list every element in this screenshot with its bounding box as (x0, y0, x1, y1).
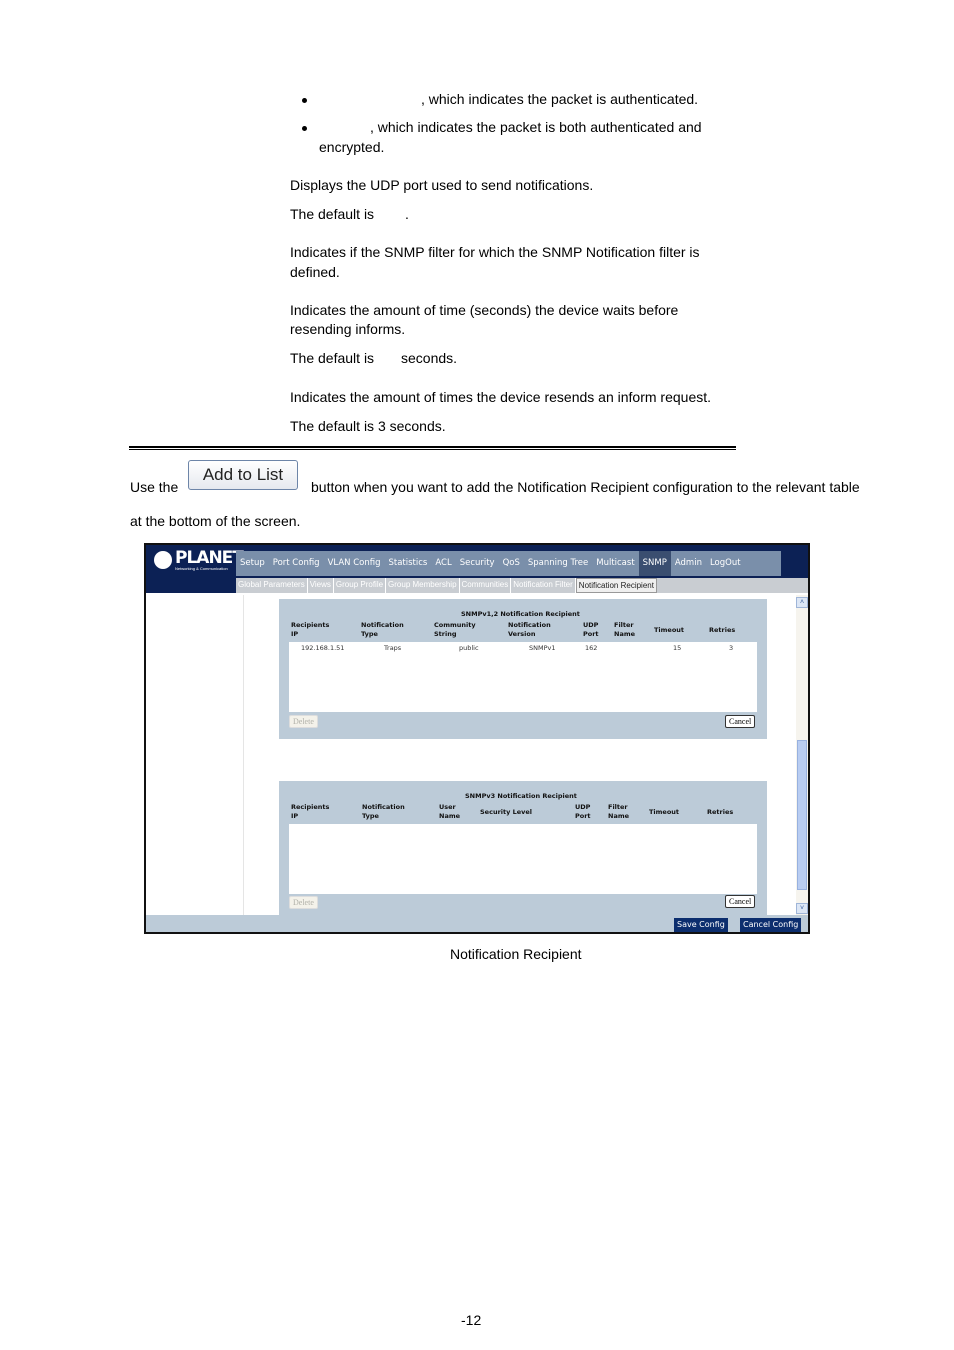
timeout-description: Indicates the amount of time (seconds) t… (290, 302, 679, 318)
subnav-tab-group-membership[interactable]: Group Membership (386, 578, 460, 593)
figure-caption: Notification Recipient (450, 946, 582, 962)
timeout-default: The default is (290, 350, 375, 366)
snmpv3-header: Recipients IP Notification Type User Name S… (279, 803, 767, 823)
v3-column-header: Security Level (480, 808, 533, 816)
nav-tab-admin[interactable]: Admin (671, 551, 706, 576)
v3-column-header: Filter Name (608, 803, 630, 820)
snmpv3-cancel-button[interactable]: Cancel (725, 895, 756, 908)
v12-column-header: Notification Version (508, 621, 551, 638)
scroll-up-arrow-icon[interactable]: ˄ (796, 597, 808, 608)
use-the-text: Use the (130, 479, 179, 495)
v12-column-header: Recipients IP (291, 621, 330, 638)
table-row[interactable]: 192.168.1.51 Traps public SNMPv1 162 15 3 (289, 644, 757, 654)
subnav-tab-notification-filter[interactable]: Notification Filter (511, 578, 576, 593)
v3-column-header: Retries (707, 808, 734, 816)
table-cell: SNMPv1 (529, 644, 556, 652)
bullet-priv-text-cont: encrypted. (319, 139, 385, 155)
subnav-tab-group-profile[interactable]: Group Profile (334, 578, 387, 593)
table-end-rule (129, 446, 736, 448)
subnav-tab-notification-recipient[interactable]: Notification Recipient (575, 578, 657, 593)
v12-column-header: Notification Type (361, 621, 404, 638)
nav-tab-logout[interactable]: LogOut (706, 551, 745, 576)
use-after-text: button when you want to add the Notifica… (311, 479, 860, 495)
app-footer: Save Config Cancel Config (146, 915, 808, 932)
v12-column-header: Retries (709, 626, 736, 634)
save-config-button[interactable]: Save Config (674, 918, 728, 932)
nav-tab-port-config[interactable]: Port Config (269, 551, 324, 576)
timeout-description-cont: resending informs. (290, 321, 406, 337)
nav-tab-spanning-tree[interactable]: Spanning Tree (524, 551, 592, 576)
bullet-dot (302, 126, 307, 131)
logo-text: PLANET (175, 548, 244, 568)
nav-tab-vlan-config[interactable]: VLAN Config (324, 551, 385, 576)
filter-description-cont: defined. (290, 264, 340, 280)
table-cell: public (459, 644, 479, 652)
nav-tab-security[interactable]: Security (456, 551, 499, 576)
snmpv3-title: SNMPv3 Notification Recipient (465, 792, 577, 800)
table-end-rule (129, 449, 736, 450)
snmpv3-table-body (289, 824, 757, 894)
v12-column-header: Timeout (654, 626, 685, 634)
use-line2-text: at the bottom of the screen. (130, 513, 301, 529)
subnav-tab-global-parameters[interactable]: Global Parameters (236, 578, 308, 593)
subnav-tab-communities[interactable]: Communities (460, 578, 512, 593)
notification-recipient-screenshot: PLANET Networking & Communication Setup P… (144, 543, 810, 934)
snmpv12-table-body: 192.168.1.51 Traps public SNMPv1 162 15 3 (289, 642, 757, 712)
logo-globe-icon (154, 551, 172, 569)
bullet-priv-text: , which indicates the packet is both aut… (370, 119, 702, 135)
nav-tab-statistics[interactable]: Statistics (384, 551, 431, 576)
main-nav: Setup Port Config VLAN Config Statistics ACL… (236, 551, 781, 576)
bullet-dot (302, 98, 307, 103)
bullet-authnopriv-text: , which indicates the packet is authenti… (421, 91, 699, 107)
snmpv12-title: SNMPv1,2 Notification Recipient (461, 610, 580, 618)
snmpv12-panel: SNMPv1,2 Notification Recipient Recipien… (279, 599, 767, 739)
sub-nav: Global Parameters Views Group Profile Group… (236, 578, 808, 593)
subnav-tab-views[interactable]: Views (308, 578, 334, 593)
nav-tab-multicast[interactable]: Multicast (592, 551, 638, 576)
snmpv12-delete-button[interactable]: Delete (289, 715, 318, 728)
snmpv3-delete-button[interactable]: Delete (289, 896, 318, 909)
page-number: -12 (461, 1312, 482, 1328)
left-column (146, 595, 244, 915)
v12-column-header: UDP Port (583, 621, 599, 638)
v3-column-header: UDP Port (575, 803, 591, 820)
table-cell: 15 (673, 644, 682, 652)
nav-tab-setup[interactable]: Setup (236, 551, 269, 576)
table-cell: 192.168.1.51 (301, 644, 345, 652)
udp-port-default-end: . (405, 206, 409, 222)
v3-column-header: Timeout (649, 808, 680, 816)
snmpv12-cancel-button[interactable]: Cancel (725, 715, 756, 728)
logo-subtitle: Networking & Communication (175, 566, 228, 571)
v12-column-header: Community String (434, 621, 476, 638)
retries-description: Indicates the amount of times the device… (290, 389, 712, 405)
table-cell: 3 (729, 644, 734, 652)
nav-tab-snmp[interactable]: SNMP (638, 551, 671, 576)
filter-description: Indicates if the SNMP filter for which t… (290, 244, 700, 260)
udp-port-description: Displays the UDP port used to send notif… (290, 177, 594, 193)
table-cell: 162 (585, 644, 598, 652)
snmpv3-panel: SNMPv3 Notification Recipient Recipients… (279, 781, 767, 915)
vertical-scrollbar[interactable]: ˄ ˅ (796, 595, 808, 915)
v3-column-header: Notification Type (362, 803, 405, 820)
v12-column-header: Filter Name (614, 621, 636, 638)
udp-port-default: The default is (290, 206, 375, 222)
v3-column-header: User Name (439, 803, 461, 820)
v3-column-header: Recipients IP (291, 803, 330, 820)
scroll-down-arrow-icon[interactable]: ˅ (796, 903, 808, 914)
snmpv12-header: Recipients IP Notification Type Community … (279, 621, 767, 641)
add-to-list-button[interactable]: Add to List (188, 460, 298, 490)
nav-tab-qos[interactable]: QoS (499, 551, 524, 576)
app-header: PLANET Networking & Communication Setup P… (146, 545, 808, 593)
table-cell: Traps (384, 644, 402, 652)
nav-tab-acl[interactable]: ACL (431, 551, 455, 576)
timeout-default-end: seconds. (401, 350, 458, 366)
planet-logo: PLANET Networking & Communication (154, 548, 244, 579)
scroll-thumb[interactable] (797, 740, 807, 890)
retries-default: The default is 3 seconds. (290, 418, 446, 434)
cancel-config-button[interactable]: Cancel Config (740, 918, 802, 932)
